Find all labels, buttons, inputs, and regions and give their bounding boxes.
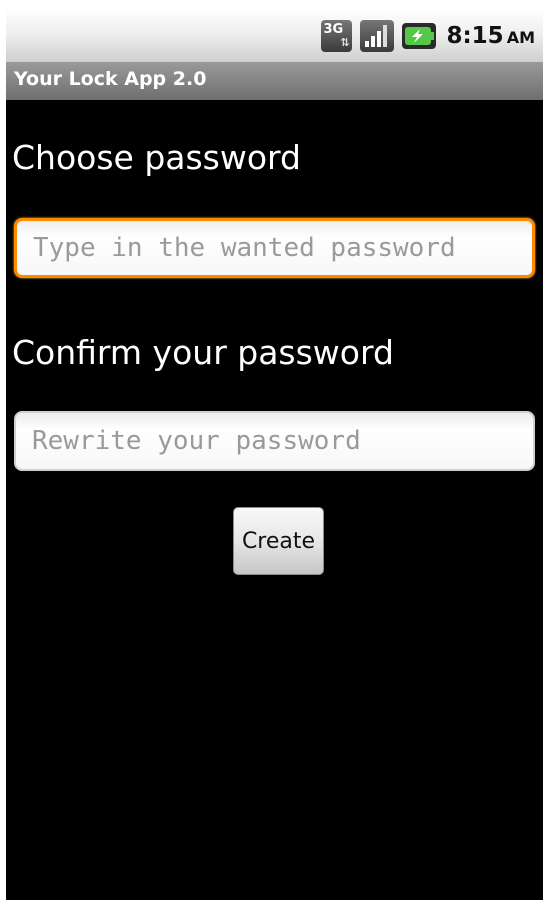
status-icons: 3G ⇅ 8:15 AM — [321, 19, 535, 53]
confirm-password-label: Confirm your password — [12, 333, 394, 372]
choose-password-input[interactable] — [17, 221, 532, 275]
app-title: Your Lock App 2.0 — [14, 68, 207, 90]
clock-ampm: AM — [506, 28, 535, 47]
status-clock: 8:15 AM — [446, 23, 535, 49]
network-type-label: 3G — [323, 22, 344, 37]
status-bar: 3G ⇅ 8:15 AM — [6, 8, 543, 62]
signal-strength-icon — [360, 20, 395, 52]
clock-time: 8:15 — [446, 23, 504, 49]
confirm-password-field — [14, 411, 535, 471]
choose-password-label: Choose password — [12, 138, 301, 177]
confirm-password-input[interactable] — [16, 413, 533, 469]
choose-password-field — [14, 218, 535, 278]
3g-data-icon: 3G ⇅ — [321, 20, 353, 52]
data-arrows-icon: ⇅ — [340, 36, 350, 49]
phone-screen: 3G ⇅ 8:15 AM Your Lock App 2.0 Choose pa… — [6, 8, 543, 900]
battery-charging-icon — [402, 23, 437, 49]
create-button[interactable]: Create — [233, 507, 324, 575]
app-title-bar: Your Lock App 2.0 — [6, 62, 543, 100]
